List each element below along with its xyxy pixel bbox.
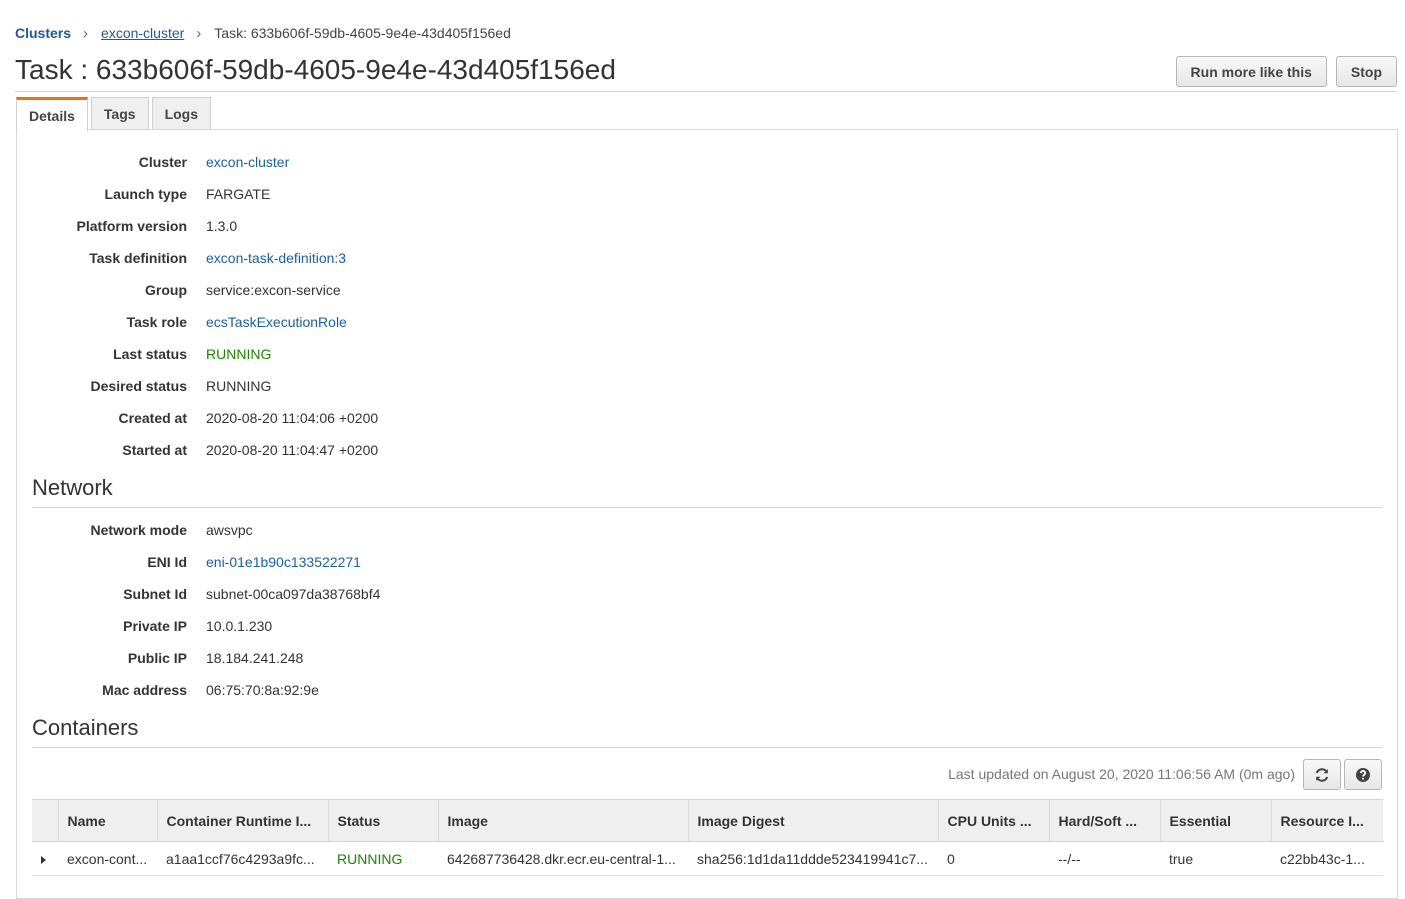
detail-row-last-status: Last status RUNNING (17, 344, 617, 364)
status-running: RUNNING (206, 346, 272, 362)
network-label: Private IP (123, 618, 187, 634)
detail-row-task-role: Task role ecsTaskExecutionRole (17, 312, 617, 332)
breadcrumb-cluster-link[interactable]: excon-cluster (101, 25, 184, 41)
page-title: Task : 633b606f-59db-4605-9e4e-43d405f15… (15, 54, 616, 85)
column-header-status[interactable]: Status (327, 799, 438, 842)
title-divider (15, 91, 1397, 92)
detail-label: Group (145, 282, 187, 298)
network-value: 18.184.241.248 (206, 650, 304, 666)
detail-label: Last status (113, 346, 187, 362)
detail-row-platform-version: Platform version 1.3.0 (17, 216, 617, 236)
refresh-button[interactable] (1303, 759, 1341, 790)
chevron-right-icon: › (196, 24, 202, 42)
detail-label: Cluster (138, 154, 187, 170)
task-definition-link[interactable]: excon-task-definition:3 (206, 250, 346, 266)
breadcrumb: Clusters › excon-cluster › Task: 633b606… (15, 24, 511, 42)
network-value: 10.0.1.230 (206, 618, 273, 634)
table-cell: --/-- (1049, 841, 1160, 876)
tab-tags[interactable]: Tags (90, 97, 149, 130)
tab-details[interactable]: Details (16, 97, 88, 131)
detail-label: Platform version (76, 218, 187, 234)
detail-label: Created at (118, 410, 187, 426)
table-cell: 0 (938, 841, 1049, 876)
table-row[interactable]: excon-cont... a1aa1ccf76c4293a9fc... RUN… (32, 841, 1383, 876)
table-cell: sha256:1d1da11ddde523419941c7... (688, 841, 938, 876)
network-row-private-ip: Private IP 10.0.1.230 (17, 616, 617, 636)
containers-table: Name Container Runtime I... Status Image… (32, 799, 1383, 876)
refresh-icon (1315, 767, 1329, 782)
network-row-subnet: Subnet Id subnet-00ca097da38768bf4 (17, 584, 617, 604)
last-updated-text: Last updated on August 20, 2020 11:06:56… (948, 766, 1295, 782)
section-divider (32, 507, 1382, 508)
network-row-mode: Network mode awsvpc (17, 520, 617, 540)
cluster-link[interactable]: excon-cluster (206, 154, 289, 170)
network-value: awsvpc (206, 522, 253, 538)
section-divider (32, 747, 1382, 748)
detail-row-task-definition: Task definition excon-task-definition:3 (17, 248, 617, 268)
column-header-runtime-id[interactable]: Container Runtime I... (156, 799, 328, 842)
run-more-button[interactable]: Run more like this (1175, 56, 1327, 87)
eni-link[interactable]: eni-01e1b90c133522271 (206, 554, 361, 570)
help-button[interactable] (1344, 759, 1382, 790)
network-label: Public IP (127, 650, 187, 666)
tab-logs[interactable]: Logs (151, 97, 212, 130)
column-header-image[interactable]: Image (437, 799, 688, 842)
detail-value: RUNNING (206, 378, 272, 394)
help-icon (1356, 767, 1370, 782)
task-role-link[interactable]: ecsTaskExecutionRole (206, 314, 347, 330)
detail-row-launch-type: Launch type FARGATE (17, 184, 617, 204)
detail-value: 2020-08-20 11:04:06 +0200 (206, 410, 379, 426)
detail-label: Desired status (90, 378, 187, 394)
chevron-right-icon: › (83, 24, 89, 42)
expand-toggle[interactable] (32, 841, 58, 876)
header-actions: Run more like this Stop (1175, 56, 1397, 87)
column-header-cpu-units[interactable]: CPU Units ... (937, 799, 1049, 842)
column-header-resource-id[interactable]: Resource I... (1270, 799, 1383, 842)
detail-label: Launch type (104, 186, 187, 202)
details-panel: Cluster excon-cluster Launch type FARGAT… (16, 129, 1398, 899)
table-cell: a1aa1ccf76c4293a9fc... (157, 841, 328, 876)
network-label: Network mode (90, 522, 187, 538)
tab-bar: Details Tags Logs (16, 97, 212, 131)
network-label: Subnet Id (123, 586, 187, 602)
table-cell: c22bb43c-1... (1271, 841, 1383, 876)
caret-right-icon (41, 855, 46, 864)
network-label: ENI Id (147, 554, 187, 570)
detail-row-created-at: Created at 2020-08-20 11:04:06 +0200 (17, 408, 617, 428)
column-header-hard-soft[interactable]: Hard/Soft ... (1048, 799, 1160, 842)
detail-label: Task definition (89, 250, 187, 266)
detail-value: 2020-08-20 11:04:47 +0200 (206, 442, 379, 458)
detail-row-started-at: Started at 2020-08-20 11:04:47 +0200 (17, 440, 617, 460)
breadcrumb-current: Task: 633b606f-59db-4605-9e4e-43d405f156… (214, 25, 511, 41)
column-header-image-digest[interactable]: Image Digest (687, 799, 938, 842)
detail-value: FARGATE (206, 186, 271, 202)
network-row-public-ip: Public IP 18.184.241.248 (17, 648, 617, 668)
breadcrumb-clusters-link[interactable]: Clusters (15, 25, 71, 41)
table-header-row: Name Container Runtime I... Status Image… (32, 799, 1383, 842)
network-label: Mac address (102, 682, 187, 698)
detail-value: service:excon-service (206, 282, 341, 298)
detail-row-desired-status: Desired status RUNNING (17, 376, 617, 396)
expand-column-header (32, 799, 58, 842)
table-cell: 642687736428.dkr.ecr.eu-central-1... (438, 841, 688, 876)
detail-row-group: Group service:excon-service (17, 280, 617, 300)
table-cell: true (1160, 841, 1271, 876)
detail-value: 1.3.0 (206, 218, 238, 234)
stop-button[interactable]: Stop (1335, 56, 1397, 87)
network-section-title: Network (32, 475, 113, 500)
detail-label: Started at (122, 442, 187, 458)
table-cell: excon-cont... (58, 841, 157, 876)
containers-section-title: Containers (32, 715, 139, 740)
network-row-eni: ENI Id eni-01e1b90c133522271 (17, 552, 617, 572)
column-header-name[interactable]: Name (57, 799, 157, 842)
network-value: 06:75:70:8a:92:9e (206, 682, 319, 698)
detail-label: Task role (126, 314, 187, 330)
column-header-essential[interactable]: Essential (1159, 799, 1271, 842)
network-row-mac: Mac address 06:75:70:8a:92:9e (17, 680, 617, 700)
detail-row-cluster: Cluster excon-cluster (17, 152, 617, 172)
network-value: subnet-00ca097da38768bf4 (206, 586, 381, 602)
table-cell-status: RUNNING (328, 841, 438, 876)
